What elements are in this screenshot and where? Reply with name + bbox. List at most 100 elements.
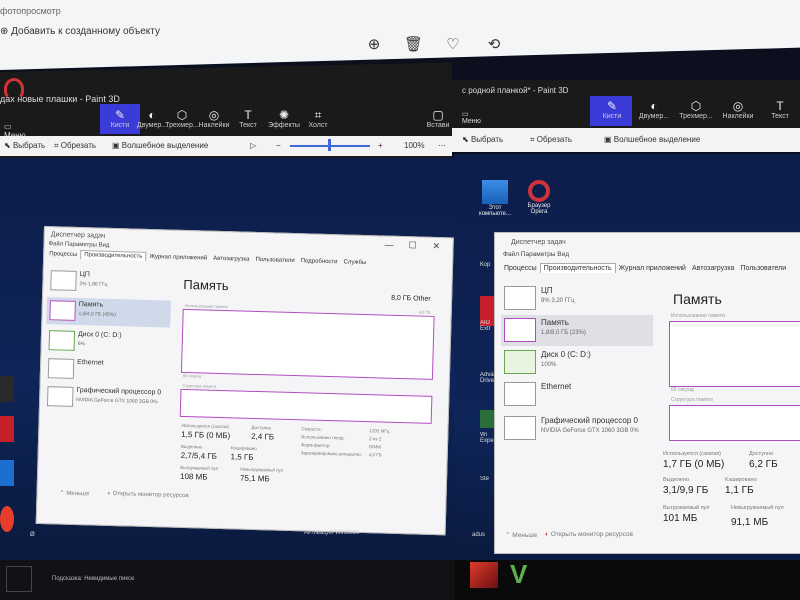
magic-select-button[interactable]: ▣ Волшебное выделение [112, 141, 208, 150]
game-app-icon[interactable] [470, 562, 498, 588]
tool-canvas[interactable]: ⌗ Холст [300, 108, 336, 129]
side-label[interactable]: Кор [480, 262, 490, 268]
minimize-icon[interactable]: — [384, 240, 393, 250]
desktop-icon-this-pc[interactable]: Этот компьюте... [476, 180, 514, 217]
tool-3d[interactable]: ⬡ Трехмер... [676, 99, 716, 120]
tab-app-history[interactable]: Журнал приложений [146, 253, 210, 263]
desktop-side-icon[interactable] [0, 376, 14, 402]
struct-label: Структура памяти [671, 397, 713, 403]
activate-windows: Активация Windows [304, 530, 360, 536]
desktop-side-icon[interactable] [0, 416, 14, 442]
desktop-side-icon[interactable] [480, 410, 494, 428]
add-to-object-link[interactable]: ⊕ Добавить к созданному объекту [0, 26, 160, 37]
memory-heading: Память [673, 291, 722, 307]
maximize-icon[interactable]: ☐ [408, 240, 416, 251]
resource-monitor-link[interactable]: ◐ Открыть монитор ресурсов [107, 491, 188, 499]
tool-3d[interactable]: ⬡ Трехмер... [164, 108, 200, 129]
perf-item-ethernet[interactable]: Ethernet [501, 379, 653, 410]
memory-thumb [49, 300, 76, 321]
yandex-icon[interactable] [0, 506, 14, 532]
perf-item-cpu[interactable]: ЦП 9% 3,20 ГГц [501, 283, 653, 314]
perf-item-ethernet[interactable]: Ethernet [45, 355, 170, 385]
crop-button[interactable]: ⌗ Обрезать [54, 141, 96, 151]
less-button[interactable]: ⌃ Меньше [505, 531, 537, 539]
brush-icon: ✎ [114, 108, 126, 122]
gpu-thumb [46, 386, 74, 407]
zoom-in-button[interactable]: + [378, 141, 383, 150]
select-button[interactable]: ⬉ Выбрать [4, 141, 45, 150]
zoom-slider-thumb[interactable] [328, 139, 331, 151]
tab-startup[interactable]: Автозагрузка [210, 255, 253, 264]
desktop-icon-opera[interactable]: Браузер Opera [520, 180, 558, 215]
slots-label: Использовано гнезд: [301, 434, 345, 441]
resource-monitor-link[interactable]: ◐ Открыть монитор ресурсов [545, 531, 633, 538]
perf-item-cpu[interactable]: ЦП 2% 1,86 ГГц [47, 267, 172, 297]
taskman-tabs: Процессы Производительность Журнал приложе… [46, 250, 369, 267]
magic-select-icon: ▣ [112, 141, 122, 150]
crop-button[interactable]: ⌗ Обрезать [530, 135, 572, 145]
opera-icon [528, 180, 550, 202]
rotate-icon[interactable]: ⟲ [485, 36, 503, 54]
committed-label: Выделено [663, 477, 690, 483]
tool-text[interactable]: T Текст [230, 108, 266, 129]
paged-label: Выгружаемый пул [180, 464, 219, 471]
less-button[interactable]: ⌃ Меньше [59, 490, 89, 498]
speed-value: 1205 МГц [369, 428, 390, 434]
tool-text[interactable]: T Текст [760, 99, 800, 120]
perf-item-gpu[interactable]: Графический процессор 0 NVIDIA GeForce GT… [501, 413, 653, 444]
ethernet-thumb [47, 358, 75, 379]
add-label: Добавить к созданному объекту [11, 26, 160, 37]
side-label[interactable]: Wi Expe [480, 432, 494, 444]
trash-icon[interactable]: 🗑 [404, 36, 423, 54]
tab-app-history[interactable]: Журнал приложений [616, 264, 689, 273]
view-icon[interactable]: ▷ [250, 141, 256, 150]
tool-effects[interactable]: ✺ Эффекты [266, 108, 302, 129]
perf-item-disk[interactable]: Диск 0 (C: D:) 100% [501, 347, 653, 378]
select-button[interactable]: ⬉ Выбрать [462, 135, 503, 144]
heart-icon[interactable]: ♡ [444, 36, 462, 54]
taskman-menu[interactable]: Файл Параметры Вид [503, 251, 569, 258]
tool-stickers[interactable]: ◎ Наклейки [718, 99, 758, 120]
side-label[interactable]: Ste [480, 476, 494, 482]
taskbar-app-icon[interactable] [6, 566, 32, 592]
zoom-out-icon[interactable]: − [276, 141, 281, 150]
more-icon[interactable]: ⋯ [438, 141, 446, 150]
v-app-icon[interactable]: V [510, 560, 527, 588]
close-icon[interactable]: ✕ [432, 241, 440, 252]
tab-processes[interactable]: Процессы [501, 264, 540, 273]
tab-performance[interactable]: Производительность [539, 263, 616, 273]
perf-item-disk[interactable]: Диск 0 (C: D:) 6% [45, 327, 170, 357]
tab-services[interactable]: Службы [340, 258, 369, 267]
side-label[interactable]: adus [472, 532, 485, 538]
text-icon: T [776, 99, 784, 113]
perf-item-memory[interactable]: Память 1,8/4,0 ГБ (45%) [46, 297, 171, 328]
tab-performance[interactable]: Производительность [80, 250, 147, 261]
paged-value: 108 МБ [179, 471, 208, 482]
reserved-label: Зарезервировано аппаратно: [300, 450, 363, 457]
taskman-menu[interactable]: Файл Параметры Вид [48, 241, 109, 249]
perf-item-gpu[interactable]: Графический процессор 0 NVIDIA GeForce GT… [44, 383, 169, 413]
magic-select-button[interactable]: ▣ Волшебное выделение [604, 135, 700, 144]
tool-brushes[interactable]: ✎ Кисти [102, 108, 138, 129]
side-label[interactable]: AID Extr [480, 320, 494, 332]
desktop-side-icon[interactable] [0, 460, 14, 486]
nonpaged-value: 91,1 МБ [731, 517, 769, 528]
tab-processes[interactable]: Процессы [46, 250, 80, 259]
side-label[interactable]: Adva Drive [480, 372, 494, 384]
tab-details[interactable]: Подробности [298, 257, 341, 266]
tool-stickers[interactable]: ◎ Наклейки [196, 108, 232, 129]
tab-startup[interactable]: Автозагрузка [689, 264, 737, 273]
perf-item-memory[interactable]: Память 1,8/8,0 ГБ (23%) [501, 315, 653, 346]
used-label: Используется (сжатая) [181, 422, 230, 430]
used-value: 1,7 ГБ (0 МБ) [663, 459, 725, 470]
tool-2d[interactable]: ◐ Двумер... [634, 99, 674, 120]
tool-brushes[interactable]: ✎ Кисти [592, 99, 632, 120]
tab-users[interactable]: Пользователи [252, 256, 297, 265]
zoom-in-icon[interactable]: ⊕ [365, 36, 383, 54]
task-manager-right: Диспетчер задач Файл Параметры Вид Проце… [494, 232, 800, 554]
taskman-tabs: Процессы Производительность Журнал приложе… [501, 263, 789, 273]
tool-paste[interactable]: ▢ Встави [420, 108, 456, 129]
avail-value: 2,4 ГБ [251, 431, 275, 442]
tab-users[interactable]: Пользователи [737, 264, 789, 273]
paint3d-right-menu[interactable]: ▭ Меню [462, 110, 481, 125]
